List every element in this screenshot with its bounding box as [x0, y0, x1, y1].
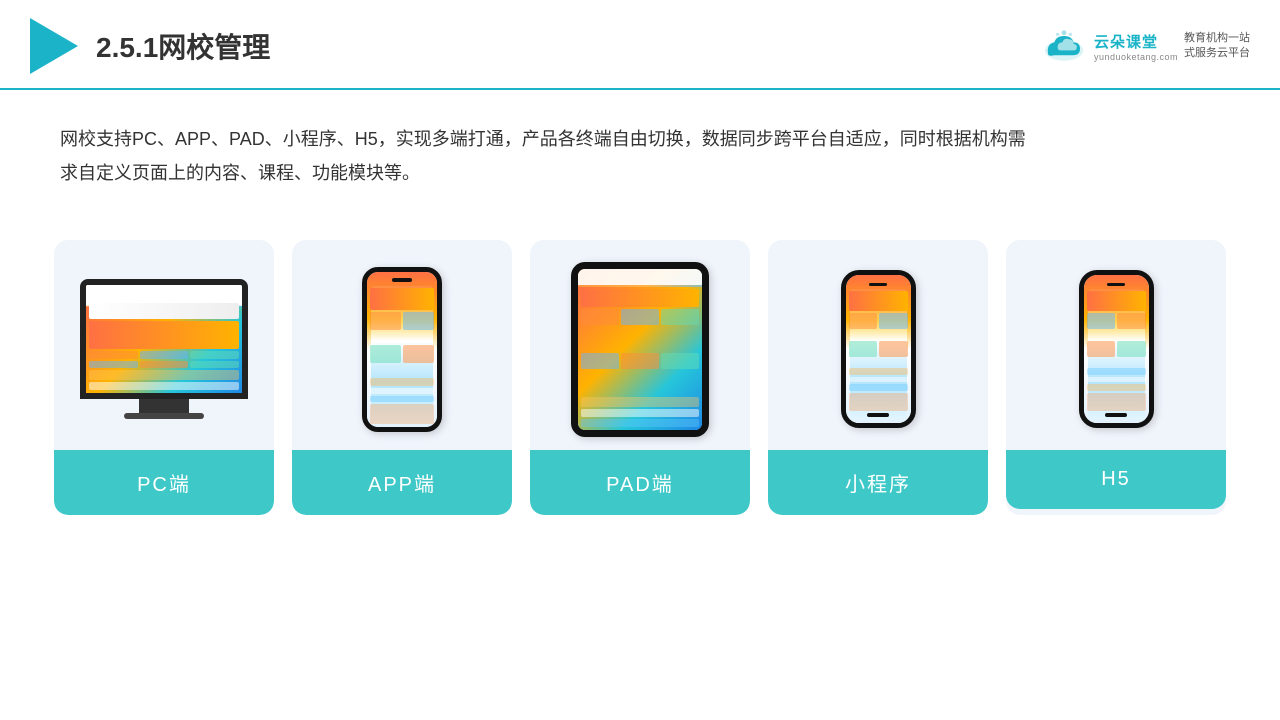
card-h5-image	[1006, 240, 1226, 450]
card-h5: H5	[1006, 240, 1226, 515]
cloud-icon	[1040, 28, 1088, 64]
logo-text-block: 云朵课堂 yunduoketang.com	[1094, 31, 1178, 62]
card-miniprogram: 小程序	[768, 240, 988, 515]
pad-device-icon	[571, 262, 709, 437]
logo-url: yunduoketang.com	[1094, 52, 1178, 62]
card-pc-label: PC端	[54, 450, 274, 515]
pc-monitor-icon	[80, 279, 248, 419]
logo-slogan: 教育机构一站式服务云平台	[1184, 31, 1250, 62]
card-pc: PC端	[54, 240, 274, 515]
card-miniprogram-label: 小程序	[768, 450, 988, 515]
phone-app-icon	[362, 267, 442, 432]
description: 网校支持PC、APP、PAD、小程序、H5，实现多端打通，产品各终端自由切换，数…	[0, 90, 1100, 200]
card-pad: PAD端	[530, 240, 750, 515]
description-text: 网校支持PC、APP、PAD、小程序、H5，实现多端打通，产品各终端自由切换，数…	[60, 122, 1040, 190]
phone-h5-icon	[1079, 270, 1154, 428]
cloud-logo: 云朵课堂 yunduoketang.com 教育机构一站式服务云平台	[1040, 28, 1250, 64]
card-pc-image	[54, 240, 274, 450]
card-app-label: APP端	[292, 450, 512, 515]
brand-triangle-icon	[30, 18, 78, 74]
logo-name: 云朵课堂	[1094, 31, 1158, 52]
phone-miniprogram-icon	[841, 270, 916, 428]
page-title: 2.5.1网校管理	[96, 26, 270, 66]
card-app-image	[292, 240, 512, 450]
header-left: 2.5.1网校管理	[30, 18, 270, 74]
card-pad-label: PAD端	[530, 450, 750, 515]
header: 2.5.1网校管理 云朵课堂 yunduoketang.com 教育机构一站式服…	[0, 0, 1280, 90]
header-right: 云朵课堂 yunduoketang.com 教育机构一站式服务云平台	[1040, 28, 1250, 64]
card-pad-image	[530, 240, 750, 450]
card-miniprogram-image	[768, 240, 988, 450]
cards-section: PC端	[0, 210, 1280, 515]
card-h5-label: H5	[1006, 450, 1226, 509]
card-app: APP端	[292, 240, 512, 515]
